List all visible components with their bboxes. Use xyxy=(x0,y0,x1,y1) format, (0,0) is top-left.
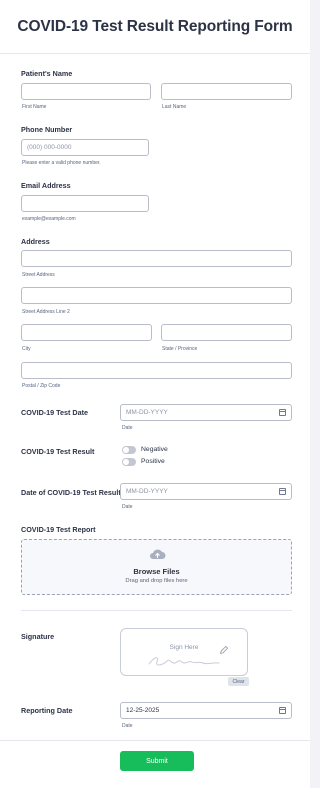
signature-pad[interactable]: Sign Here xyxy=(120,628,248,676)
street-address-sublabel: Street Address xyxy=(22,272,55,278)
reporting-date-input[interactable]: 12-25-2025 xyxy=(120,702,292,719)
form-header: COVID-19 Test Result Reporting Form xyxy=(0,0,310,54)
state-sublabel: State / Province xyxy=(162,346,198,352)
calendar-icon[interactable] xyxy=(279,488,286,495)
phone-sublabel: Please enter a valid phone number. xyxy=(22,160,101,166)
reporting-date-sublabel: Date xyxy=(122,723,133,729)
section-divider xyxy=(21,610,292,611)
email-input[interactable] xyxy=(21,195,149,212)
test-date-sublabel: Date xyxy=(122,425,133,431)
positive-option-label: Positive xyxy=(141,458,165,465)
positive-toggle[interactable] xyxy=(122,458,136,466)
city-input[interactable] xyxy=(21,324,152,341)
email-sublabel: example@example.com xyxy=(22,216,76,222)
phone-label: Phone Number xyxy=(21,125,73,134)
street-address-2-sublabel: Street Address Line 2 xyxy=(22,309,70,315)
state-input[interactable] xyxy=(161,324,292,341)
footer-divider xyxy=(0,740,310,741)
negative-toggle[interactable] xyxy=(122,446,136,454)
first-name-sublabel: First Name xyxy=(22,104,47,110)
clear-signature-button[interactable]: Clear xyxy=(228,677,249,686)
browse-files-text[interactable]: Browse Files xyxy=(22,567,291,576)
calendar-icon[interactable] xyxy=(279,707,286,714)
result-date-label: Date of COVID-19 Test Result xyxy=(21,488,121,497)
test-date-input[interactable]: MM-DD-YYYY xyxy=(120,404,292,421)
test-date-placeholder: MM-DD-YYYY xyxy=(126,409,168,416)
form-card: COVID-19 Test Result Reporting Form Pati… xyxy=(0,0,310,788)
submit-button[interactable]: Submit xyxy=(120,751,194,771)
address-label: Address xyxy=(21,237,50,246)
zip-input[interactable] xyxy=(21,362,292,379)
file-upload-dropzone[interactable]: Browse Files Drag and drop files here xyxy=(21,539,292,595)
negative-option-label: Negative xyxy=(141,446,168,453)
result-date-sublabel: Date xyxy=(122,504,133,510)
phone-input[interactable]: (000) 000-0000 xyxy=(21,139,149,156)
city-sublabel: City xyxy=(22,346,31,352)
last-name-input[interactable] xyxy=(161,83,292,100)
last-name-sublabel: Last Name xyxy=(162,104,187,110)
test-result-label: COVID-19 Test Result xyxy=(21,447,95,456)
street-address-2-input[interactable] xyxy=(21,287,292,304)
patient-name-label: Patient's Name xyxy=(21,69,73,78)
cloud-upload-icon xyxy=(150,549,166,559)
test-date-label: COVID-19 Test Date xyxy=(21,408,88,417)
signature-label: Signature xyxy=(21,632,55,641)
first-name-input[interactable] xyxy=(21,83,151,100)
result-date-input[interactable]: MM-DD-YYYY xyxy=(120,483,292,500)
pen-icon xyxy=(220,645,229,654)
signature-scribble-icon xyxy=(148,657,220,666)
drag-drop-text: Drag and drop files here xyxy=(125,578,188,584)
zip-sublabel: Postal / Zip Code xyxy=(22,383,61,389)
result-date-placeholder: MM-DD-YYYY xyxy=(126,488,168,495)
reporting-date-value: 12-25-2025 xyxy=(126,707,160,714)
street-address-input[interactable] xyxy=(21,250,292,267)
test-report-label: COVID-19 Test Report xyxy=(21,525,96,534)
form-title: COVID-19 Test Result Reporting Form xyxy=(17,17,293,35)
calendar-icon[interactable] xyxy=(279,409,286,416)
reporting-date-label: Reporting Date xyxy=(21,706,73,715)
email-label: Email Address xyxy=(21,181,71,190)
